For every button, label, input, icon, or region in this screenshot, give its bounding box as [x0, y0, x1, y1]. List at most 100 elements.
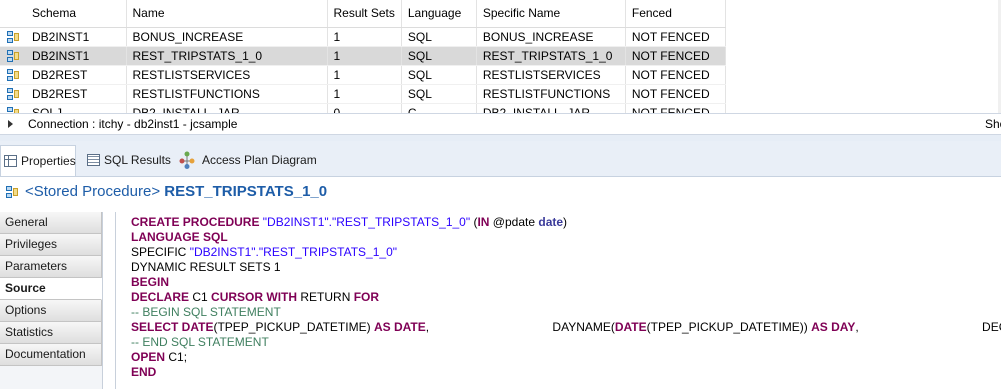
- row-icon-cell: [0, 84, 26, 104]
- stored-procedure-icon: [6, 49, 20, 63]
- code-token: C1: [189, 290, 212, 304]
- row-icon-header: [0, 0, 26, 28]
- code-token: "DB2INST1"."REST_TRIPSTATS_1_0": [189, 245, 398, 259]
- table-cell: SQLJ: [26, 103, 127, 113]
- table-row[interactable]: DB2REST RESTLISTFUNCTIONS 1 SQL RESTLISTFUNC…: [0, 84, 726, 104]
- code-token: SPECIFIC: [131, 245, 190, 259]
- code-token: LANGUAGE SQL: [131, 230, 228, 244]
- code-line: DYNAMIC RESULT SETS 1: [131, 260, 1001, 275]
- column-header[interactable]: Specific Name: [476, 0, 626, 28]
- code-token: RETURN: [297, 290, 354, 304]
- table-cell: SQL: [401, 46, 477, 66]
- tab-properties-label: Properties: [21, 154, 76, 168]
- source-code: CREATE PROCEDURE "DB2INST1"."REST_TRIPST…: [131, 215, 1001, 380]
- code-line: LANGUAGE SQL: [131, 230, 1001, 245]
- table-cell: RESTLISTSERVICES: [126, 65, 328, 85]
- table-cell: DB2INST1: [26, 27, 127, 47]
- section-tab-documentation[interactable]: Documentation: [0, 344, 102, 366]
- column-header[interactable]: Language: [401, 0, 477, 28]
- table-cell: RESTLISTFUNCTIONS: [476, 84, 626, 104]
- code-token: -- END SQL STATEMENT: [131, 335, 269, 349]
- source-editor[interactable]: CREATE PROCEDURE "DB2INST1"."REST_TRIPST…: [115, 212, 1001, 389]
- code-token: IN: [477, 215, 490, 229]
- code-line: -- BEGIN SQL STATEMENT: [131, 305, 1001, 320]
- code-token: AS DATE: [373, 320, 426, 334]
- expand-arrow-icon[interactable]: [8, 120, 13, 128]
- connection-label: Connection : itchy - db2inst1 - jcsample: [28, 117, 238, 131]
- code-token: DECLARE: [131, 290, 190, 304]
- code-token: OPEN: [131, 350, 166, 364]
- table-cell: 1: [327, 84, 402, 104]
- table-cell: NOT FENCED: [625, 103, 726, 113]
- stored-procedure-icon: [6, 68, 20, 82]
- table-cell: 1: [327, 65, 402, 85]
- column-header[interactable]: Schema: [26, 0, 127, 28]
- row-icon-cell: [0, 65, 26, 85]
- properties-header: <Stored Procedure> REST_TRIPSTATS_1_0: [0, 178, 1001, 206]
- table-cell: BONUS_INCREASE: [126, 27, 328, 47]
- code-line: CREATE PROCEDURE "DB2INST1"."REST_TRIPST…: [131, 215, 1001, 230]
- code-token: -- BEGIN SQL STATEMENT: [131, 305, 281, 319]
- section-tab-parameters[interactable]: Parameters: [0, 256, 102, 278]
- stored-procedure-icon: [6, 30, 20, 44]
- code-token: @pdate: [489, 215, 539, 229]
- stored-procedure-icon: [6, 106, 20, 113]
- code-line: END: [131, 365, 1001, 380]
- code-token: FOR: [353, 290, 380, 304]
- table-cell: NOT FENCED: [625, 65, 726, 85]
- section-tabs: General Privileges Parameters Source Options…: [0, 212, 103, 389]
- table-cell: 1: [327, 27, 402, 47]
- row-icon-cell: [0, 46, 26, 66]
- table-cell: DB2REST: [26, 65, 127, 85]
- connection-bar: Connection : itchy - db2inst1 - jcsample…: [0, 113, 1001, 135]
- row-icon-cell: [0, 27, 26, 47]
- code-token: , DAYNAME(: [425, 320, 615, 334]
- object-type-label: <Stored Procedure>: [25, 183, 161, 200]
- code-token: "DB2INST1"."REST_TRIPSTATS_1_0": [262, 215, 471, 229]
- code-token: (TPEP_PICKUP_DATETIME)): [646, 320, 812, 334]
- tab-sql-results-label: SQL Results: [104, 153, 171, 167]
- row-icon-cell: [0, 103, 26, 113]
- stored-procedure-icon: [6, 87, 20, 101]
- code-token: AS DAY: [811, 320, 856, 334]
- table-cell: BONUS_INCREASE: [476, 27, 626, 47]
- table-cell: NOT FENCED: [625, 46, 726, 66]
- column-header[interactable]: Fenced: [625, 0, 726, 28]
- table-cell: NOT FENCED: [625, 27, 726, 47]
- code-line: -- END SQL STATEMENT: [131, 335, 1001, 350]
- column-header[interactable]: Result Sets: [327, 0, 402, 28]
- code-token: ): [563, 215, 568, 229]
- table-row[interactable]: DB2INST1 REST_TRIPSTATS_1_0 1 SQL REST_TRIPS…: [0, 46, 726, 66]
- code-token: DATE: [614, 320, 647, 334]
- table-cell: DB2_INSTALL_JAR: [476, 103, 626, 113]
- code-line: OPEN C1;: [131, 350, 1001, 365]
- section-tab-privileges[interactable]: Privileges: [0, 234, 102, 256]
- table-row[interactable]: DB2INST1 BONUS_INCREASE 1 SQL BONUS_INCREASE…: [0, 27, 726, 47]
- table-row[interactable]: SQLJ DB2_INSTALL_JAR 0 C DB2_INSTALL_JAR NOT …: [0, 103, 726, 113]
- table-header-row: Schema Name Result Sets Language Specific Na…: [0, 0, 726, 28]
- grid-icon: [87, 154, 100, 166]
- code-token: END: [131, 365, 157, 379]
- table-cell: SQL: [401, 27, 477, 47]
- tab-access-plan-diagram[interactable]: Access Plan Diagram: [179, 145, 319, 176]
- table-cell: 0: [327, 103, 402, 113]
- section-tab-source[interactable]: Source: [0, 278, 102, 300]
- tab-sql-results[interactable]: SQL Results: [84, 145, 174, 176]
- table-cell: C: [401, 103, 477, 113]
- column-header[interactable]: Name: [126, 0, 328, 28]
- code-token: CREATE PROCEDURE: [131, 215, 263, 229]
- page-title: <Stored Procedure> REST_TRIPSTATS_1_0: [25, 182, 327, 202]
- show-label[interactable]: Sho: [985, 117, 1001, 132]
- table-cell: DB2INST1: [26, 46, 127, 66]
- table-row[interactable]: DB2REST RESTLISTSERVICES 1 SQL RESTLISTSERVI…: [0, 65, 726, 85]
- view-tab-bar: Properties SQL Results Access Plan Diagr…: [0, 141, 1001, 177]
- section-tab-general[interactable]: General: [0, 212, 102, 234]
- procedures-grid[interactable]: Schema Name Result Sets Language Specific Na…: [0, 0, 1001, 113]
- section-tab-statistics[interactable]: Statistics: [0, 322, 102, 344]
- tab-properties[interactable]: Properties: [0, 145, 76, 176]
- section-tab-options[interactable]: Options: [0, 300, 102, 322]
- table-cell: REST_TRIPSTATS_1_0: [126, 46, 328, 66]
- code-token: SELECT DATE: [131, 320, 214, 334]
- table-cell: RESTLISTFUNCTIONS: [126, 84, 328, 104]
- stored-procedure-icon: [5, 185, 19, 199]
